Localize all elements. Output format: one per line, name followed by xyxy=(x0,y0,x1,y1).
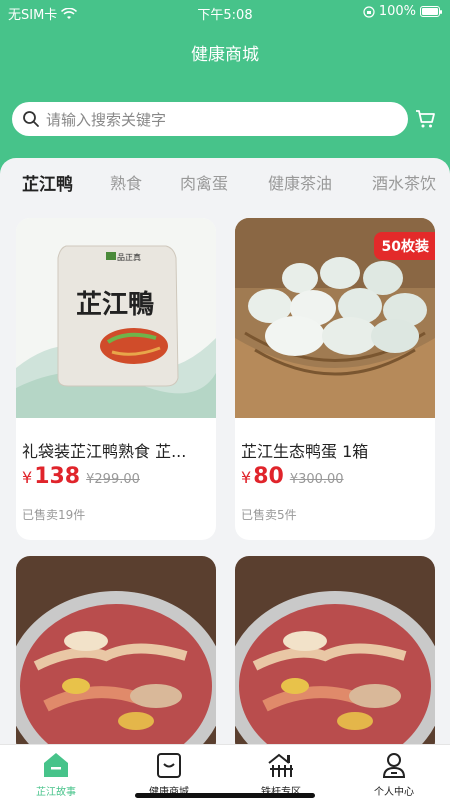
search-input[interactable]: 请输入搜索关键字 xyxy=(46,109,166,130)
package-title: 芷江鴨 xyxy=(76,290,154,320)
nav-personal-center[interactable]: 个人中心 xyxy=(349,749,439,798)
nav-label: 个人中心 xyxy=(374,787,414,798)
battery-icon xyxy=(420,6,442,17)
tab-meat-poultry-eggs[interactable]: 肉禽蛋 xyxy=(180,170,228,194)
search-bar[interactable]: 请输入搜索关键字 xyxy=(12,102,408,136)
original-price: ¥300.00 xyxy=(289,472,344,487)
product-card[interactable] xyxy=(235,556,435,756)
status-right: 100% xyxy=(363,4,442,19)
battery-percent: 100% xyxy=(378,4,416,19)
original-price: ¥299.00 xyxy=(86,472,140,487)
price-row: ¥ 138 ¥299.00 xyxy=(22,464,140,489)
home-indicator xyxy=(135,793,315,798)
status-bar: 无SIM卡 下午5:08 100% xyxy=(0,0,450,24)
home-icon xyxy=(44,753,68,777)
quantity-badge: 50枚装 xyxy=(373,232,435,260)
product-image: 品正真 芷江鴨 xyxy=(16,218,216,418)
product-image: 50枚装 xyxy=(235,218,435,418)
product-image xyxy=(16,556,216,756)
nav-label: 芷江故事 xyxy=(36,787,76,798)
cart-icon[interactable] xyxy=(414,108,436,130)
product-card[interactable]: 品正真 芷江鴨 礼袋装芷江鸭熟食 芷... ¥ 138 ¥299.00 已售卖1… xyxy=(16,218,216,540)
currency-symbol: ¥ xyxy=(22,468,33,487)
product-name: 芷江生态鸭蛋 1箱 xyxy=(241,442,369,461)
search-icon xyxy=(23,111,39,127)
product-price: 138 xyxy=(34,464,81,489)
bottom-nav: 芷江故事 健康商城 铁杆专区 个人中心 xyxy=(0,744,450,800)
product-price: 80 xyxy=(253,464,284,489)
nav-zhijiang-story[interactable]: 芷江故事 xyxy=(11,749,101,798)
tab-tea-oil[interactable]: 健康茶油 xyxy=(268,170,332,194)
orientation-lock-icon xyxy=(363,5,375,18)
tab-drinks[interactable]: 酒水茶饮 xyxy=(372,170,436,194)
product-name: 礼袋装芷江鸭熟食 芷... xyxy=(22,442,187,461)
nav-loyal-zone[interactable]: 铁杆专区 xyxy=(236,749,326,798)
package-brand: 品正真 xyxy=(117,252,141,262)
tab-cooked-food[interactable]: 熟食 xyxy=(110,170,142,194)
sold-count: 已售卖19件 xyxy=(22,508,86,522)
product-card[interactable] xyxy=(16,556,216,756)
nav-health-mall[interactable]: 健康商城 xyxy=(124,749,214,798)
product-image xyxy=(235,556,435,756)
tab-zhijiang-duck[interactable]: 芷江鸭 xyxy=(22,170,73,195)
house-fence-icon xyxy=(268,753,293,777)
user-icon xyxy=(382,753,406,778)
page-title: 健康商城 xyxy=(191,45,259,65)
category-tabs: 芷江鸭 熟食 肉禽蛋 健康茶油 酒水茶饮 xyxy=(0,158,450,204)
sold-count: 已售卖5件 xyxy=(241,508,297,522)
product-card[interactable]: 50枚装 芷江生态鸭蛋 1箱 ¥ 80 ¥300.00 已售卖5件 xyxy=(235,218,435,540)
currency-symbol: ¥ xyxy=(241,468,252,487)
shop-bag-icon xyxy=(157,753,181,778)
price-row: ¥ 80 ¥300.00 xyxy=(241,464,344,489)
